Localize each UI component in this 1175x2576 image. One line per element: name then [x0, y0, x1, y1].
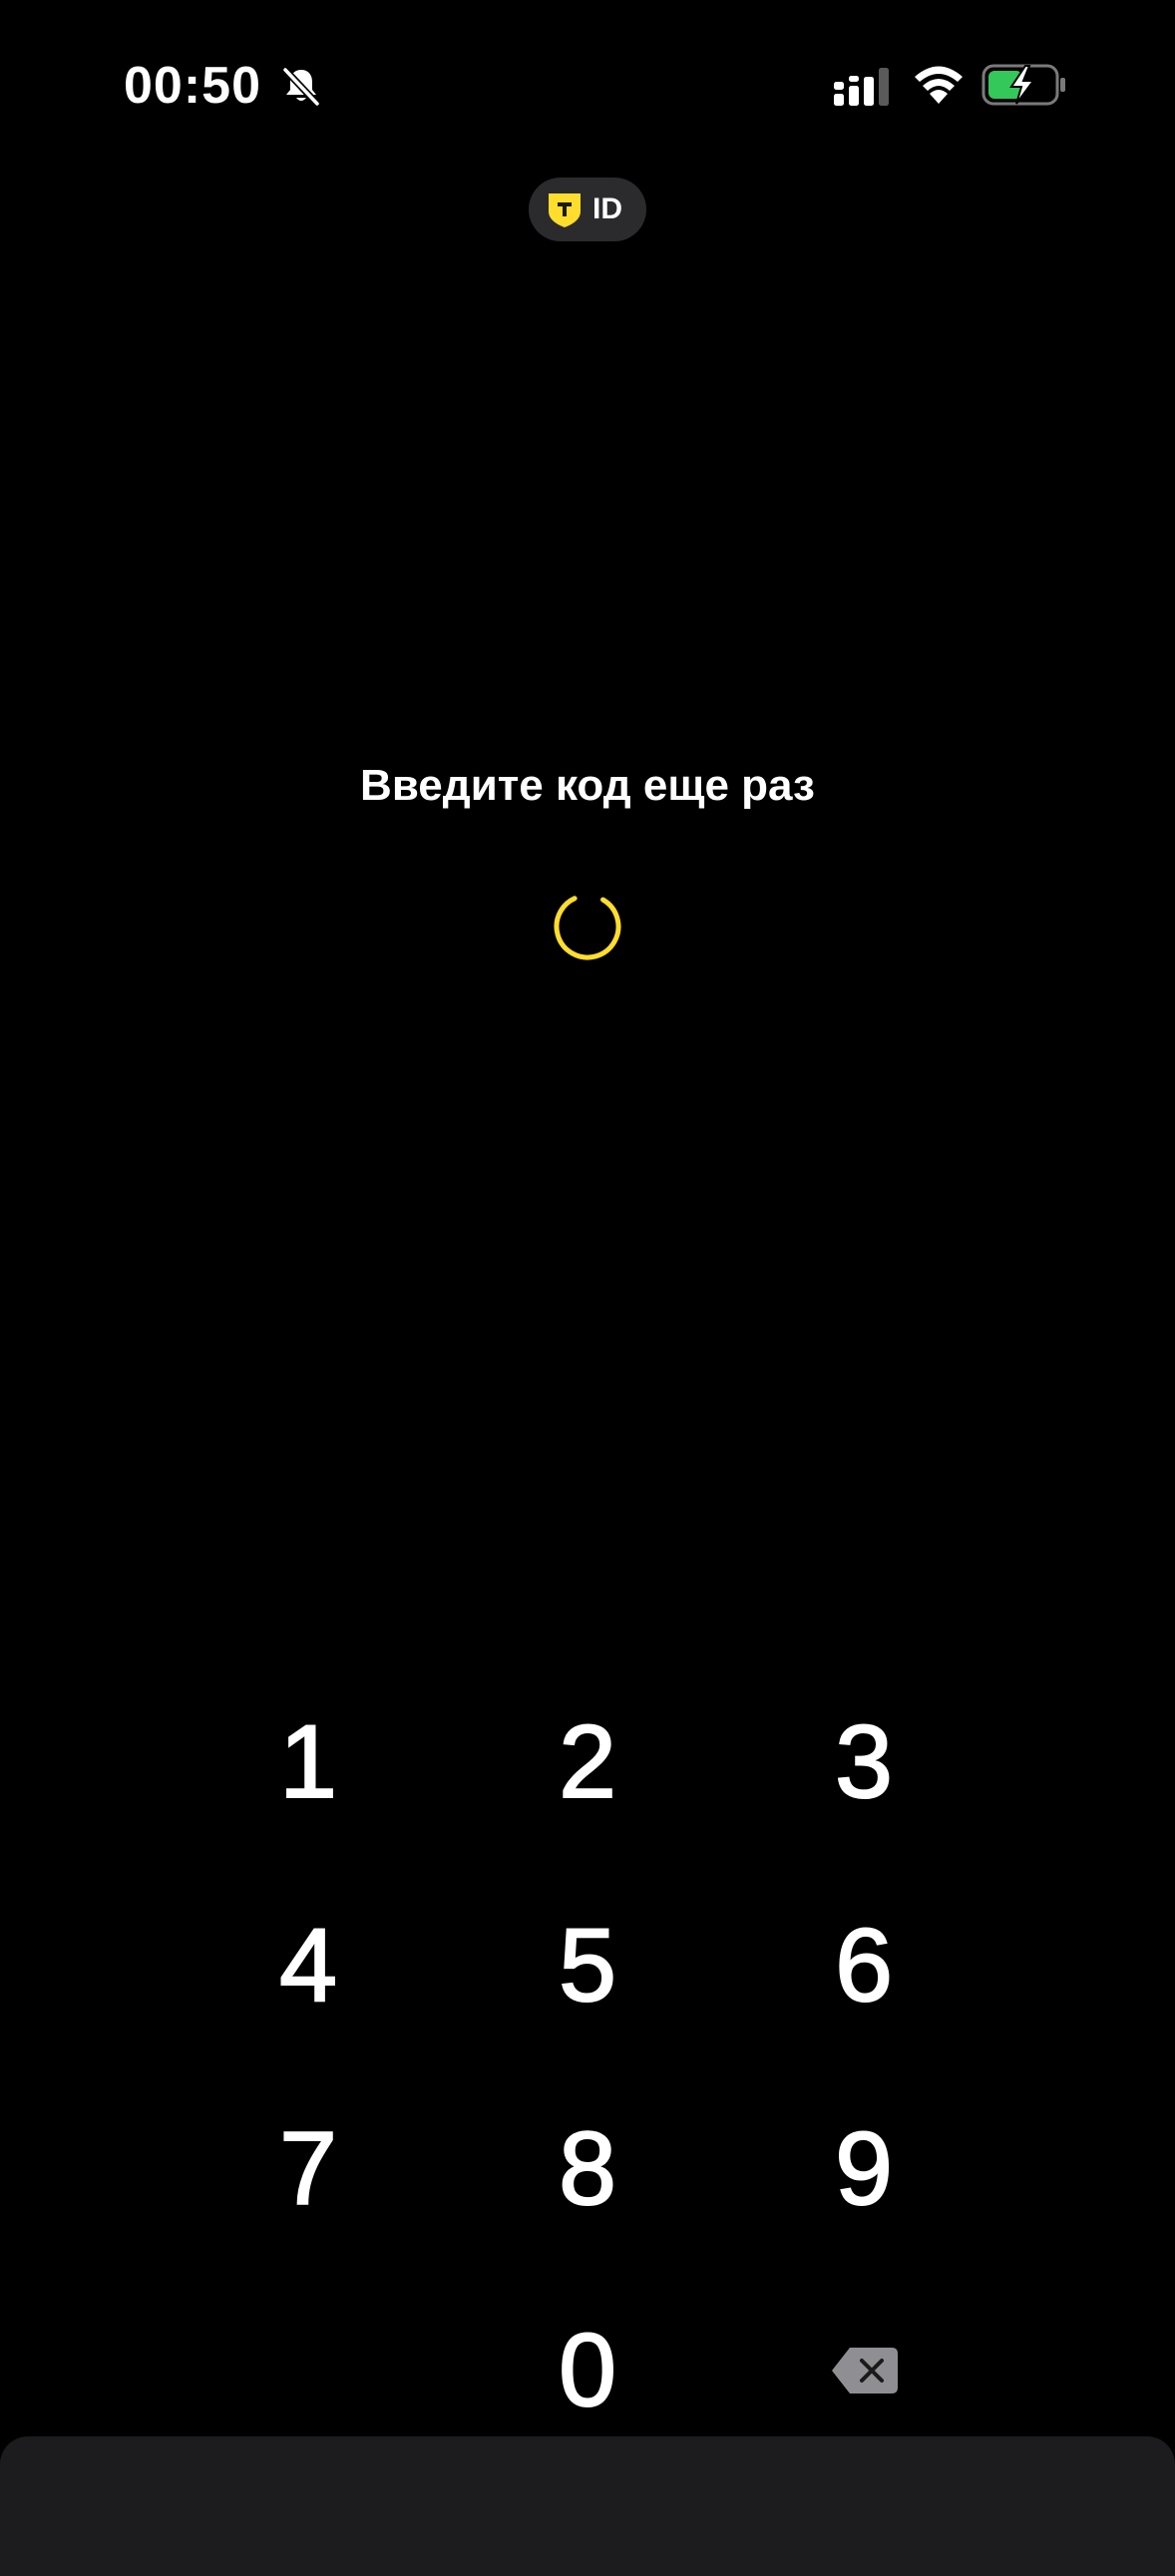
key-5[interactable]: 5 [488, 1891, 687, 2040]
key-7[interactable]: 7 [208, 2094, 408, 2244]
key-9[interactable]: 9 [764, 2094, 964, 2244]
wifi-icon [915, 66, 963, 104]
page-title: Введите код еще раз [360, 761, 815, 810]
key-1[interactable]: 1 [208, 1687, 408, 1837]
key-6[interactable]: 6 [764, 1891, 964, 2040]
backspace-icon[interactable] [830, 2346, 900, 2395]
battery-charging-icon [981, 64, 1065, 106]
cellular-signal-icon [834, 68, 889, 106]
status-time: 00:50 [124, 57, 261, 115]
keypad: 1 2 3 4 5 6 7 8 9 0 [0, 0, 1175, 2553]
loading-spinner-icon [554, 893, 621, 960]
key-0[interactable]: 0 [488, 2296, 687, 2445]
status-bar: 00:50 [0, 0, 1175, 170]
tid-label: ID [592, 192, 622, 225]
key-3[interactable]: 3 [764, 1687, 964, 1837]
tid-badge: ID [529, 178, 646, 241]
bottom-sheet [0, 2436, 1175, 2576]
key-4[interactable]: 4 [208, 1891, 408, 2040]
tbank-logo-icon [549, 193, 581, 227]
key-8[interactable]: 8 [488, 2094, 687, 2244]
bell-slash-icon [282, 67, 320, 107]
key-2[interactable]: 2 [488, 1687, 687, 1837]
